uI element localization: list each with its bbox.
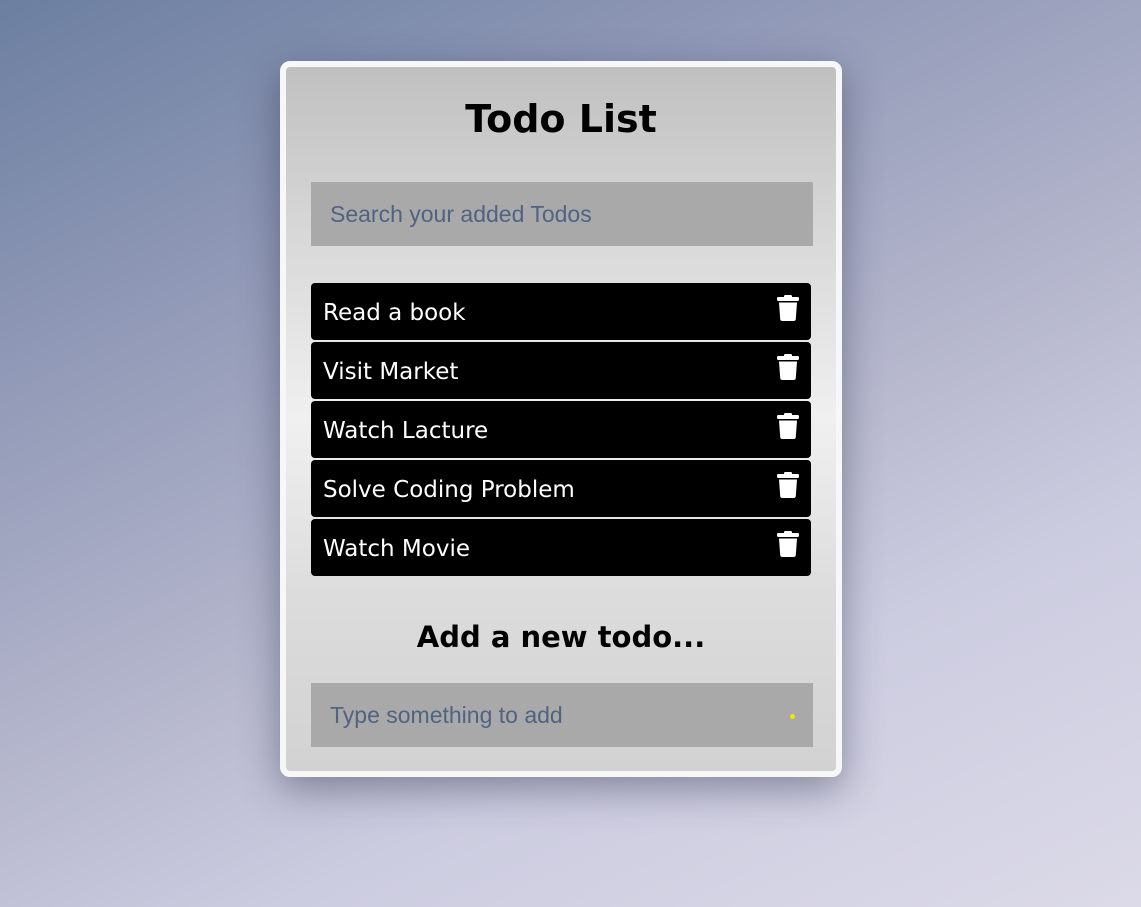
todo-label: Read a book [323, 300, 466, 326]
list-item: Solve Coding Problem [311, 460, 811, 517]
todo-label: Solve Coding Problem [323, 477, 575, 503]
list-item: Watch Movie [311, 519, 811, 576]
todo-label: Visit Market [323, 359, 459, 385]
todo-list: Read a book Visit Market Watch Lacture S… [311, 283, 811, 578]
trash-icon[interactable] [777, 413, 799, 439]
indicator-dot [790, 714, 795, 719]
todo-card: Todo List Read a book Visit Market Watch… [280, 61, 842, 777]
page-title: Todo List [465, 97, 657, 141]
add-todo-heading: Add a new todo... [416, 620, 706, 654]
list-item: Visit Market [311, 342, 811, 399]
add-todo-input[interactable] [311, 683, 813, 747]
trash-icon[interactable] [777, 531, 799, 557]
search-input[interactable] [311, 182, 813, 246]
todo-label: Watch Movie [323, 536, 470, 562]
trash-icon[interactable] [777, 295, 799, 321]
todo-label: Watch Lacture [323, 418, 489, 444]
trash-icon[interactable] [777, 472, 799, 498]
list-item: Watch Lacture [311, 401, 811, 458]
trash-icon[interactable] [777, 354, 799, 380]
list-item: Read a book [311, 283, 811, 340]
